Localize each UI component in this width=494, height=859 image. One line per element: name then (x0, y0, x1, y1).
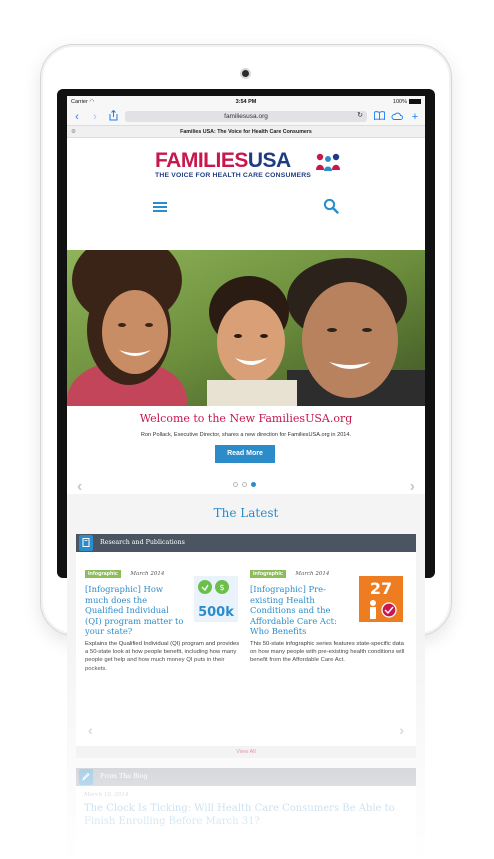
logo-wordmark: FAMILIESUSA (155, 149, 291, 172)
research-heading: Research and Publications (100, 539, 185, 546)
card-carousel-controls: ‹ › (76, 718, 416, 746)
blog-post[interactable]: March 10, 2014 The Clock Is Ticking: Wil… (76, 786, 416, 856)
menu-button[interactable] (153, 200, 167, 214)
svg-text:500k: 500k (198, 605, 234, 620)
blog-panel-header: From The Blog (76, 768, 416, 786)
read-more-button[interactable]: Read More (215, 445, 275, 463)
logo-tagline: THE VOICE FOR HEALTH CARE CONSUMERS (155, 172, 312, 179)
research-panel-header: Research and Publications (76, 534, 416, 552)
card-title[interactable]: [Infographic] How much does the Qualifie… (85, 584, 185, 637)
research-cards: Infographic March 2014 [Infographic] How… (76, 552, 416, 718)
cloud-tabs-icon[interactable] (391, 111, 403, 123)
browser-toolbar: ‹ › familiesusa.org ↻ + (67, 108, 425, 126)
preexisting-infographic-thumbnail[interactable]: 27 (359, 576, 403, 622)
research-panel: Research and Publications Infographic Ma… (76, 534, 416, 758)
hero-title: Welcome to the New FamiliesUSA.org (139, 412, 353, 425)
status-bar: Carrier ◠ 3:54 PM 100% (67, 96, 425, 108)
tab-title-bar: ⚙ Families USA: The Voice for Health Car… (67, 126, 425, 138)
blog-date: March 10, 2014 (84, 792, 129, 798)
battery-icon (409, 99, 421, 105)
back-icon[interactable]: ‹ (71, 111, 83, 123)
slider-dot-3[interactable] (251, 482, 256, 487)
page-title: Families USA: The Voice for Health Care … (180, 129, 312, 135)
slider-next-icon[interactable]: › (410, 478, 415, 496)
forward-icon[interactable]: › (89, 111, 101, 123)
book-icon (79, 535, 93, 551)
clock: 3:54 PM (235, 99, 257, 105)
logo-people-icon (316, 153, 340, 171)
site-logo[interactable]: FAMILIESUSA THE VOICE FOR HEALTH CARE CO… (155, 149, 340, 179)
blog-title[interactable]: The Clock Is Ticking: Will Health Care C… (84, 802, 408, 828)
slider-prev-icon[interactable]: ‹ (77, 478, 82, 496)
device-screen: Carrier ◠ 3:54 PM 100% ‹ › familiesusa.o… (67, 96, 425, 856)
card-excerpt: This 50-state infographic series feature… (250, 640, 405, 664)
card-title[interactable]: [Infographic] Pre-existing Health Condit… (250, 584, 350, 637)
pencil-icon (79, 769, 93, 785)
reload-icon[interactable]: ↻ (357, 111, 363, 119)
slider-dots (233, 482, 256, 487)
site-header: FAMILIESUSA THE VOICE FOR HEALTH CARE CO… (67, 138, 425, 242)
search-icon[interactable] (323, 198, 339, 214)
view-all-link[interactable]: View All (76, 746, 416, 758)
slider-dot-1[interactable] (233, 482, 238, 487)
address-bar[interactable]: familiesusa.org ↻ (125, 111, 367, 122)
card-tag[interactable]: Infographic (85, 570, 121, 578)
slider-dot-2[interactable] (242, 482, 247, 487)
qi-infographic-thumbnail[interactable]: $ 500k (194, 576, 238, 622)
reader-settings-icon[interactable]: ⚙ (71, 126, 76, 138)
share-icon[interactable] (107, 109, 119, 124)
hero-description: Ron Pollack, Executive Director, shares … (140, 432, 352, 438)
new-tab-icon[interactable]: + (409, 111, 421, 123)
url-text: familiesusa.org (224, 113, 268, 120)
cards-next-icon[interactable]: › (399, 722, 404, 738)
card-excerpt: Explains the Qualified Individual (QI) p… (85, 640, 240, 672)
cards-prev-icon[interactable]: ‹ (88, 722, 93, 738)
blog-heading: From The Blog (100, 773, 148, 780)
card-tag[interactable]: Infographic (250, 570, 286, 578)
svg-text:$: $ (219, 583, 224, 592)
research-card[interactable]: Infographic March 2014 [Infographic] Pre… (250, 562, 405, 718)
hero-family-photo (67, 250, 425, 406)
card-date: March 2014 (295, 571, 330, 577)
latest-heading: The Latest (213, 506, 279, 520)
research-card[interactable]: Infographic March 2014 [Infographic] How… (85, 562, 240, 718)
bookmarks-icon[interactable] (373, 110, 385, 123)
svg-text:27: 27 (370, 579, 392, 598)
card-date: March 2014 (130, 571, 165, 577)
camera-icon (242, 70, 249, 77)
hero-slider: Welcome to the New FamiliesUSA.org Ron P… (67, 242, 425, 496)
